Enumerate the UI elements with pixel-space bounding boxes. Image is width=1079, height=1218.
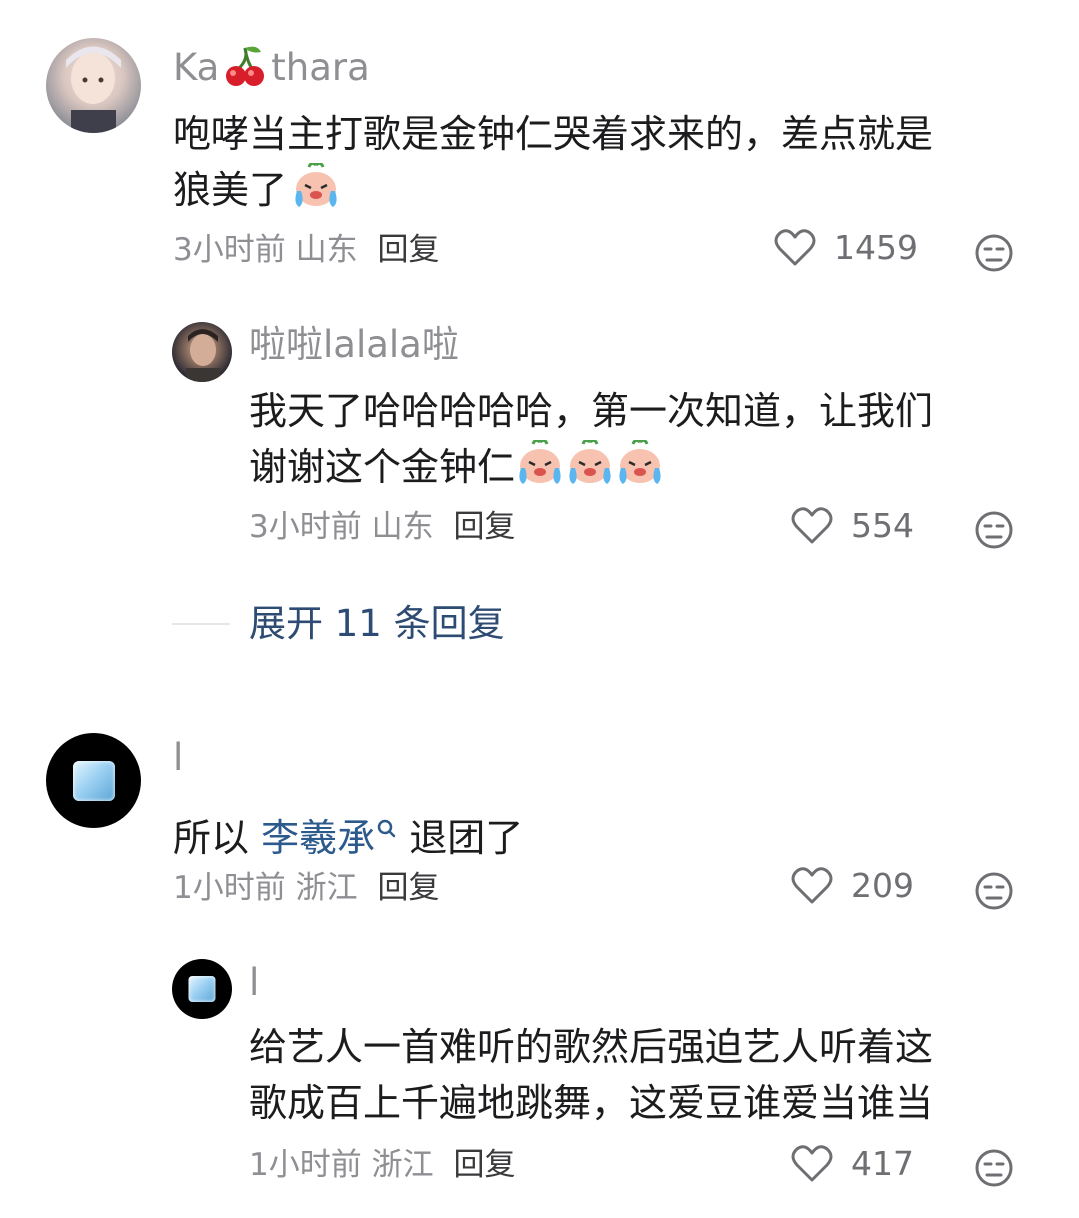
expand-replies-button[interactable]: 展开 11 条回复 — [249, 605, 505, 642]
divider — [172, 623, 230, 625]
like-count: 554 — [851, 506, 914, 545]
like-button[interactable]: 1459 — [774, 228, 918, 267]
username[interactable]: 啦啦lalala啦 — [249, 326, 459, 363]
crying-emoji-icon — [291, 161, 341, 224]
avatar[interactable] — [46, 733, 141, 828]
like-count: 1459 — [834, 228, 918, 267]
dislike-face-icon[interactable] — [974, 510, 1014, 554]
comment-text: 咆哮当主打歌是金钟仁哭着求来的，差点就是 狼美了 — [173, 106, 1053, 224]
username[interactable]: l — [249, 964, 259, 1001]
reply-button[interactable]: 回复 — [377, 232, 439, 268]
like-button[interactable]: 209 — [791, 866, 914, 905]
crying-emoji-icon — [565, 438, 615, 501]
cherry-icon — [223, 44, 267, 94]
avatar[interactable] — [46, 38, 141, 133]
comment-meta: 1小时前 浙江 回复 — [173, 870, 440, 906]
username[interactable]: l — [173, 739, 183, 776]
avatar[interactable] — [172, 322, 232, 382]
comment-meta: 3小时前 山东 回复 — [249, 509, 516, 545]
dislike-face-icon[interactable] — [974, 871, 1014, 915]
comment-text: 给艺人一首难听的歌然后强迫艺人听着这 歌成百上千遍地跳舞，这爱豆谁爱当谁当 — [249, 1025, 934, 1125]
dislike-face-icon[interactable] — [974, 1148, 1014, 1192]
username[interactable]: Ka thara — [173, 44, 370, 94]
comment-text: 所以 李羲承 退团了 — [173, 798, 1053, 866]
like-count: 209 — [851, 866, 914, 905]
crying-emoji-icon — [615, 438, 665, 501]
crying-emoji-icon — [515, 438, 565, 501]
heart-icon — [791, 1144, 833, 1181]
like-button[interactable]: 417 — [791, 1144, 914, 1183]
heart-icon — [774, 228, 816, 265]
comment-text: 我天了哈哈哈哈哈，第一次知道，让我们 谢谢这个金钟仁 — [249, 383, 1049, 501]
reply-button[interactable]: 回复 — [453, 1147, 515, 1183]
dislike-face-icon[interactable] — [974, 233, 1014, 277]
topic-link[interactable]: 李羲承 — [261, 816, 397, 860]
search-icon — [377, 798, 397, 854]
heart-icon — [791, 866, 833, 903]
like-button[interactable]: 554 — [791, 506, 914, 545]
avatar[interactable] — [172, 959, 232, 1019]
reply-button[interactable]: 回复 — [453, 509, 515, 545]
like-count: 417 — [851, 1144, 914, 1183]
comment-meta: 1小时前 浙江 回复 — [249, 1147, 516, 1183]
reply-button[interactable]: 回复 — [377, 870, 439, 906]
comment-meta: 3小时前 山东 回复 — [173, 232, 440, 268]
heart-icon — [791, 506, 833, 543]
